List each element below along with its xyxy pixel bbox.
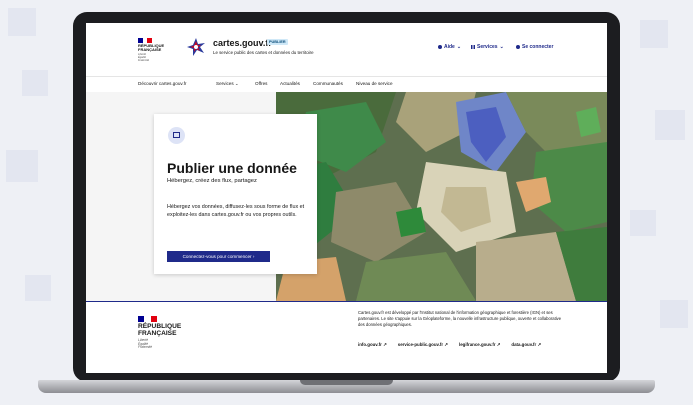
footer-link-data-label: data.gouv.fr: [511, 342, 537, 347]
external-link-icon: ↗: [537, 342, 542, 347]
user-icon: [516, 45, 520, 49]
site-header: RÉPUBLIQUE FRANÇAISE Liberté Égalité Fra…: [86, 23, 607, 69]
nav-item-actualites[interactable]: Actualités: [280, 81, 300, 86]
connect-button[interactable]: Connectez-vous pour commencer ›: [167, 251, 270, 262]
browser-screen: RÉPUBLIQUE FRANÇAISE Liberté Égalité Fra…: [86, 23, 607, 373]
database-icon: [168, 127, 185, 144]
external-link-icon: ↗: [383, 342, 387, 347]
database-icon-shape: [173, 132, 180, 138]
footer-link-info[interactable]: info.gouv.fr ↗: [358, 342, 387, 348]
laptop-notch: [300, 380, 393, 385]
brand-tagline: Le service public des cartes et données …: [213, 50, 314, 55]
site-footer: RÉPUBLIQUE FRANÇAISE Liberté Égalité Fra…: [86, 301, 607, 373]
chevron-down-icon: ⌄: [234, 81, 239, 86]
background-tile: [22, 70, 48, 96]
background-tile: [655, 110, 685, 140]
republique-francaise-logo[interactable]: RÉPUBLIQUE FRANÇAISE: [138, 43, 178, 53]
services-menu-button[interactable]: Services ⌄: [471, 44, 504, 50]
hero-map-image: [276, 92, 607, 301]
card-description: Hébergez vos données, diffusez-les sous …: [167, 204, 305, 218]
main-nav: Découvrir cartes.gouv.fr Services ⌄ Offr…: [86, 76, 607, 93]
arrow-right-icon: ›: [252, 254, 255, 259]
login-button[interactable]: Se connecter: [516, 44, 553, 50]
republique-motto: Liberté Égalité Fraternité: [138, 53, 150, 62]
publier-badge: PUBLIER: [267, 39, 288, 45]
nav-item-communautes[interactable]: Communautés: [313, 81, 343, 86]
nav-item-decouvrir[interactable]: Découvrir cartes.gouv.fr: [138, 81, 186, 86]
footer-description: Cartes.gouv.fr est développé par l'Insti…: [358, 310, 562, 328]
background-tile: [6, 150, 38, 182]
footer-link-legifrance[interactable]: legifrance.gouv.fr ↗: [459, 342, 500, 348]
chevron-down-icon: ⌄: [456, 44, 462, 50]
footer-motto: Liberté Égalité Fraternité: [138, 338, 153, 350]
cartes-logo-icon: [187, 38, 205, 56]
brand-name[interactable]: cartes.gouv.fr: [213, 38, 272, 48]
login-label: Se connecter: [522, 44, 554, 50]
background-tile: [25, 275, 51, 301]
help-menu-label: Aide: [444, 44, 455, 50]
footer-link-info-label: info.gouv.fr: [358, 342, 382, 347]
background-tile: [640, 20, 668, 48]
publish-card: Publier une donnée Hébergez, créez des f…: [154, 114, 317, 274]
footer-link-service-public-label: service-public.gouv.fr: [397, 342, 444, 347]
card-subtitle: Hébergez, créez des flux, partagez: [167, 178, 257, 184]
footer-links: info.gouv.fr ↗ service-public.gouv.fr ↗ …: [358, 342, 541, 348]
footer-flag-icon: [138, 316, 157, 322]
background-tile: [8, 8, 36, 36]
nav-item-niveau-service[interactable]: Niveau de service: [356, 81, 393, 86]
footer-link-legifrance-label: legifrance.gouv.fr: [458, 342, 496, 347]
background-tile: [630, 210, 656, 236]
question-circle-icon: [438, 45, 442, 49]
grid-icon: [471, 45, 475, 49]
external-link-icon: ↗: [496, 342, 501, 347]
nav-item-offres[interactable]: Offres: [255, 81, 267, 86]
connect-button-label: Connectez-vous pour commencer: [182, 254, 252, 259]
hero-section: Publier une donnée Hébergez, créez des f…: [86, 92, 607, 301]
services-menu-label: Services: [477, 44, 498, 50]
help-menu-button[interactable]: Aide ⌄: [438, 44, 461, 50]
card-title: Publier une donnée: [167, 160, 297, 176]
chevron-down-icon: ⌄: [499, 44, 504, 50]
footer-link-data[interactable]: data.gouv.fr ↗: [511, 342, 541, 348]
nav-item-services-label: Services: [216, 81, 234, 86]
footer-republique-logo[interactable]: RÉPUBLIQUE FRANÇAISE: [138, 323, 181, 338]
external-link-icon: ↗: [444, 342, 448, 347]
nav-item-services[interactable]: Services ⌄: [216, 81, 239, 87]
background-tile: [660, 300, 688, 328]
footer-link-service-public[interactable]: service-public.gouv.fr ↗: [398, 342, 448, 348]
